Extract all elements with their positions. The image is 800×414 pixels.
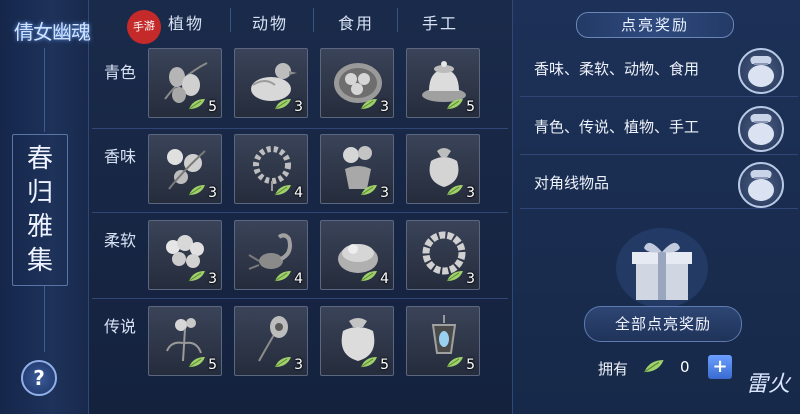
reward-header: 点亮奖励 xyxy=(576,12,734,38)
row-label-fragrant: 香味 xyxy=(103,147,136,166)
reward-row[interactable]: 青色、传说、植物、手工 xyxy=(520,104,798,152)
leaf-token-icon xyxy=(643,359,665,373)
claim-all-button[interactable]: 全部点亮奖励 xyxy=(584,306,742,342)
item-count: 5 xyxy=(208,357,217,373)
leaf-token-icon xyxy=(360,98,378,110)
add-token-button[interactable]: + xyxy=(708,355,732,379)
item-count: 3 xyxy=(466,271,475,287)
item-count: 4 xyxy=(294,271,303,287)
column-divider xyxy=(397,8,398,32)
leaf-token-icon xyxy=(446,356,464,368)
gift-box-icon xyxy=(616,228,708,308)
reward-divider xyxy=(520,96,798,97)
row-divider xyxy=(92,212,508,213)
column-header-plant: 植物 xyxy=(167,14,204,33)
decor-line-top xyxy=(44,48,45,132)
decor-line-bottom xyxy=(44,286,45,352)
leaf-token-icon xyxy=(360,184,378,196)
item-count: 3 xyxy=(380,99,389,115)
leaf-token-icon xyxy=(446,98,464,110)
row-divider xyxy=(92,298,508,299)
column-divider xyxy=(230,8,231,32)
reward-divider xyxy=(520,154,798,155)
row-label-soft: 柔软 xyxy=(103,231,136,250)
help-button[interactable]: ? xyxy=(21,360,57,396)
item-count: 3 xyxy=(380,185,389,201)
leaf-token-icon xyxy=(188,270,206,282)
item-cell[interactable]: 5 xyxy=(148,48,222,118)
item-cell[interactable]: 3 xyxy=(148,134,222,204)
item-count: 5 xyxy=(466,357,475,373)
item-cell[interactable]: 3 xyxy=(234,48,308,118)
item-cell[interactable]: 5 xyxy=(406,48,480,118)
leaf-token-icon xyxy=(188,184,206,196)
reward-bag-icon[interactable] xyxy=(738,162,784,208)
column-header-animal: 动物 xyxy=(251,14,288,33)
column-divider xyxy=(313,8,314,32)
item-cell[interactable]: 5 xyxy=(406,306,480,376)
item-cell[interactable]: 5 xyxy=(148,306,222,376)
item-count: 3 xyxy=(208,271,217,287)
item-cell[interactable]: 3 xyxy=(406,134,480,204)
reward-bag-icon[interactable] xyxy=(738,48,784,94)
item-cell[interactable]: 3 xyxy=(234,306,308,376)
logo-text: 倩女幽魂 xyxy=(14,20,91,44)
item-count: 5 xyxy=(466,99,475,115)
item-count: 3 xyxy=(208,185,217,201)
leaf-token-icon xyxy=(360,356,378,368)
item-cell[interactable]: 4 xyxy=(234,220,308,290)
title-char: 集 xyxy=(26,246,53,276)
leaf-token-icon xyxy=(274,184,292,196)
leaf-token-icon xyxy=(360,270,378,282)
item-count: 3 xyxy=(466,185,475,201)
leaf-token-icon xyxy=(446,270,464,282)
reward-bag-icon[interactable] xyxy=(738,106,784,152)
leaf-token-icon xyxy=(274,356,292,368)
row-divider xyxy=(92,128,508,129)
leaf-token-icon xyxy=(274,270,292,282)
title-char: 雅 xyxy=(26,212,53,242)
reward-row[interactable]: 香味、柔软、动物、食用 xyxy=(520,46,798,94)
reward-row[interactable]: 对角线物品 xyxy=(520,160,798,208)
item-count: 4 xyxy=(294,185,303,201)
item-count: 5 xyxy=(208,99,217,115)
column-header-craft: 手工 xyxy=(421,14,458,33)
owned-label: 拥有 xyxy=(598,360,629,378)
item-count: 3 xyxy=(294,99,303,115)
leaf-token-icon xyxy=(188,356,206,368)
leaf-token-icon xyxy=(446,184,464,196)
item-count: 3 xyxy=(294,357,303,373)
reward-divider xyxy=(520,208,798,209)
item-cell[interactable]: 4 xyxy=(234,134,308,204)
item-cell[interactable]: 5 xyxy=(320,306,394,376)
owned-count: 0 xyxy=(680,358,690,376)
game-logo: 倩女幽魂 手游 xyxy=(6,6,164,46)
item-count: 5 xyxy=(380,357,389,373)
leaf-token-icon xyxy=(188,98,206,110)
item-count: 4 xyxy=(380,271,389,287)
reward-condition: 青色、传说、植物、手工 xyxy=(534,118,700,136)
row-label-legend: 传说 xyxy=(103,317,136,336)
item-cell[interactable]: 3 xyxy=(406,220,480,290)
brand-logo: 雷火 xyxy=(746,372,791,397)
event-title: 春 归 雅 集 xyxy=(12,134,68,286)
leaf-token-icon xyxy=(274,98,292,110)
item-cell[interactable]: 4 xyxy=(320,220,394,290)
row-label-green: 青色 xyxy=(103,63,136,82)
column-header-food: 食用 xyxy=(337,14,374,33)
item-cell[interactable]: 3 xyxy=(320,134,394,204)
item-cell[interactable]: 3 xyxy=(148,220,222,290)
item-cell[interactable]: 3 xyxy=(320,48,394,118)
title-char: 春 xyxy=(26,144,53,174)
reward-condition: 对角线物品 xyxy=(534,174,610,192)
reward-condition: 香味、柔软、动物、食用 xyxy=(534,60,700,78)
title-char: 归 xyxy=(26,178,53,208)
